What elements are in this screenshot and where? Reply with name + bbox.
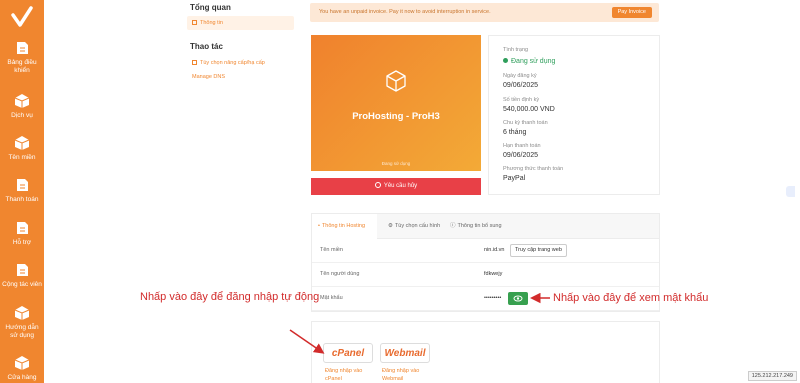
annotation-arrows: [289, 292, 550, 354]
arrow-to-cpanel: [289, 329, 325, 354]
floating-help-button[interactable]: [786, 186, 795, 197]
ip-address-badge: 125.212.217.249: [747, 371, 797, 381]
